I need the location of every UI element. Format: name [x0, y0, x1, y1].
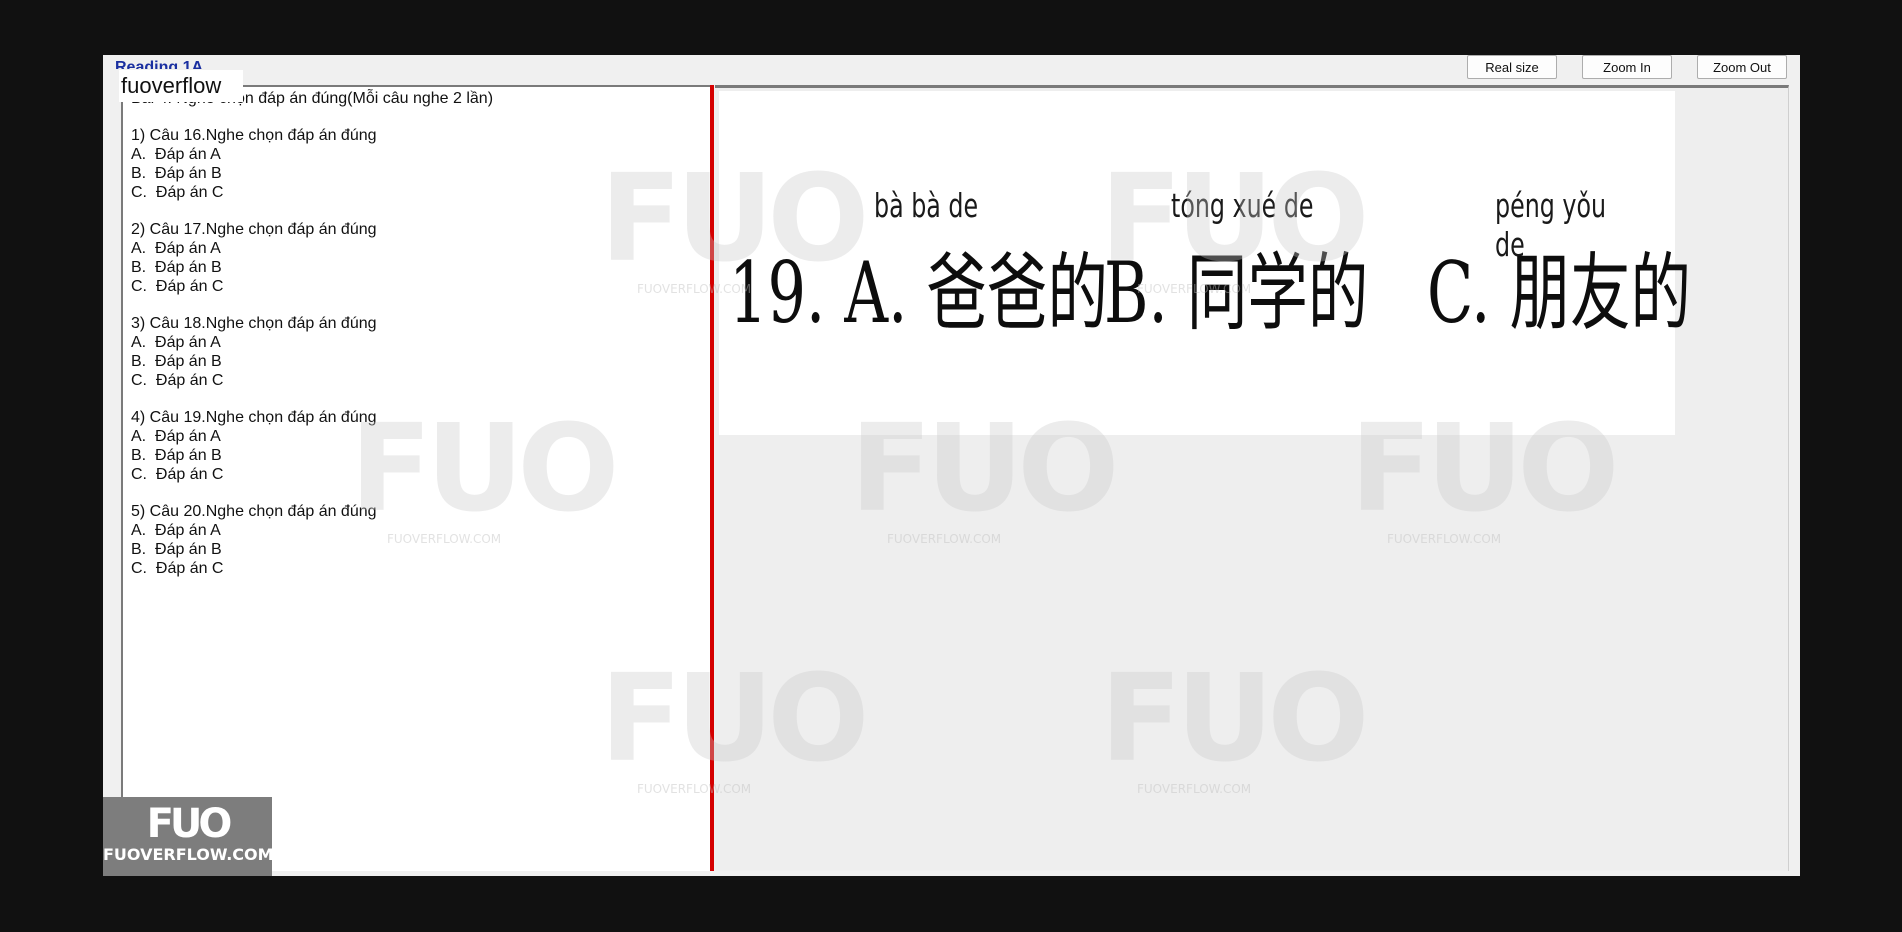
question-line: C. Đáp án C: [131, 278, 224, 295]
question-line: [131, 108, 493, 126]
question-line: 5) Câu 20.Nghe chọn đáp án đúng: [131, 503, 377, 520]
question-line: A. Đáp án A: [131, 334, 221, 351]
app-window: Reading 1A Real size Zoom In Zoom Out Bà…: [103, 55, 1800, 876]
zoom-in-button[interactable]: Zoom In: [1582, 55, 1672, 79]
question-line: B. Đáp án B: [131, 353, 222, 370]
question-line: [131, 484, 493, 502]
question-line: [131, 202, 493, 220]
question-image: bà bà de 19. A. 爸爸的 tóng xué de B. 同学的 p…: [719, 91, 1691, 435]
question-line: B. Đáp án B: [131, 447, 222, 464]
question-line: A. Đáp án A: [131, 146, 221, 163]
pane-splitter[interactable]: [710, 85, 714, 871]
option-a-pinyin: bà bà de: [874, 186, 979, 225]
question-line: 3) Câu 18.Nghe chọn đáp án đúng: [131, 315, 377, 332]
question-line: 2) Câu 17.Nghe chọn đáp án đúng: [131, 221, 377, 238]
question-line: A. Đáp án A: [131, 240, 221, 257]
question-list-pane[interactable]: Bài 4. Nghe chọn đáp án đúng(Mỗi câu ngh…: [121, 85, 711, 871]
question-line: A. Đáp án A: [131, 522, 221, 539]
zoom-out-button[interactable]: Zoom Out: [1697, 55, 1787, 79]
logo-text: FUOVERFLOW.COM: [103, 845, 274, 864]
image-viewer-pane[interactable]: bà bà de 19. A. 爸爸的 tóng xué de B. 同学的 p…: [715, 85, 1789, 871]
site-logo: FUO FUOVERFLOW.COM: [103, 797, 274, 876]
option-c-hanzi: C. 朋友的: [1427, 244, 1692, 342]
question-line: C. Đáp án C: [131, 560, 224, 577]
question-line: B. Đáp án B: [131, 541, 222, 558]
option-b-pinyin: tóng xué de: [1171, 186, 1314, 225]
question-line: C. Đáp án C: [131, 184, 224, 201]
real-size-button[interactable]: Real size: [1467, 55, 1557, 79]
question-list: Bài 4. Nghe chọn đáp án đúng(Mỗi câu ngh…: [131, 89, 493, 578]
question-line: C. Đáp án C: [131, 466, 224, 483]
window-title: Reading 1A: [115, 59, 204, 69]
question-line: A. Đáp án A: [131, 428, 221, 445]
toolbar: Reading 1A Real size Zoom In Zoom Out: [103, 55, 1800, 85]
option-a-hanzi: 19. A. 爸爸的: [729, 244, 1108, 342]
question-line: [131, 296, 493, 314]
question-line: B. Đáp án B: [131, 165, 222, 182]
question-line: [131, 390, 493, 408]
logo-mark: FUO: [146, 801, 233, 847]
question-line: C. Đáp án C: [131, 372, 224, 389]
option-b-hanzi: B. 同学的: [1104, 244, 1369, 342]
question-line: 1) Câu 16.Nghe chọn đáp án đúng: [131, 127, 377, 144]
question-line: 4) Câu 19.Nghe chọn đáp án đúng: [131, 409, 377, 426]
question-line: B. Đáp án B: [131, 259, 222, 276]
overlay-label: fuoverflow: [119, 70, 243, 102]
